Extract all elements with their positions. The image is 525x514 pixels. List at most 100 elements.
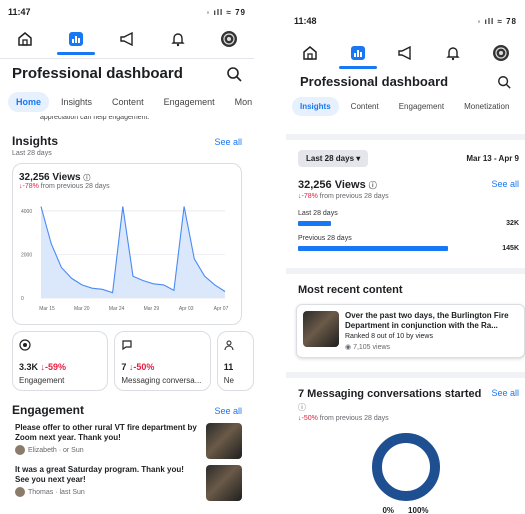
megaphone-icon[interactable] xyxy=(390,41,420,65)
x-tick-label: Mar 15 xyxy=(39,306,55,312)
post-thumbnail xyxy=(206,423,242,459)
views-change: ↓-78% from previous 28 days xyxy=(298,193,389,200)
x-tick-label: Mar 24 xyxy=(109,306,125,312)
tab-insights[interactable]: Insights xyxy=(292,97,339,116)
messaging-change: ↓-50% from previous 28 days xyxy=(298,415,389,422)
comment-author: Elizabeth · or Sun xyxy=(28,446,84,454)
views-line-chart: 4000 2000 0 Mar 15 Mar 20 Mar 24 Mar 29 Apr 03 A… xyxy=(21,206,229,312)
tab-home[interactable]: Home xyxy=(8,92,50,112)
stat-card-engagement[interactable]: 3.3K ↓-59% Engagement xyxy=(12,331,109,391)
bar-value: 145K xyxy=(502,245,519,252)
dashboard-icon[interactable] xyxy=(338,41,377,69)
x-tick-label: Mar 29 xyxy=(144,306,160,312)
stat-value: 11 xyxy=(223,362,234,372)
status-time: 11:48 xyxy=(294,16,317,26)
stat-cards: 3.3K ↓-59% Engagement 7 ↓-50% Messaging … xyxy=(12,331,254,391)
people-icon xyxy=(224,338,247,356)
search-icon[interactable] xyxy=(226,66,242,82)
views-total: 32,256 Views ⓘ xyxy=(19,172,91,183)
engagement-title: Engagement xyxy=(12,403,85,417)
info-icon: ⓘ xyxy=(83,175,91,182)
eye-icon: ◉ xyxy=(345,344,352,351)
x-tick-label: Apr 03 xyxy=(179,306,194,312)
stat-change: ↓-59% xyxy=(40,362,67,372)
post-rank: Ranked 8 out of 10 by views xyxy=(345,333,433,340)
stat-label: Engagement xyxy=(19,376,65,385)
comment-text: It was a great Saturday program. Thank y… xyxy=(15,465,184,484)
messaging-see-all[interactable]: See all xyxy=(491,388,519,400)
bell-icon[interactable] xyxy=(163,27,193,51)
message-icon xyxy=(121,338,203,356)
y-tick-label: 4000 xyxy=(21,209,32,215)
megaphone-icon[interactable] xyxy=(112,27,142,51)
post-views: 7,105 views xyxy=(353,344,391,351)
status-time: 11:47 xyxy=(8,7,31,17)
x-tick-label: Mar 20 xyxy=(74,306,90,312)
profile-avatar-icon[interactable] xyxy=(214,27,244,51)
avatar xyxy=(15,487,25,497)
right-screen: 11:48 ◦ ıll ≈ 78 Professional dashboard … xyxy=(286,0,525,514)
messaging-donut xyxy=(286,432,525,502)
stat-value: 3.3K xyxy=(19,362,39,372)
x-tick-label: Apr 07 xyxy=(214,306,229,312)
views-change: ↓-78% from previous 28 days xyxy=(19,183,110,190)
bell-icon[interactable] xyxy=(438,41,468,65)
page-title: Professional dashboard xyxy=(12,65,183,82)
info-icon: ⓘ xyxy=(368,181,377,190)
date-range-text: Mar 13 - Apr 9 xyxy=(466,154,519,163)
recent-post-card[interactable]: Over the past two days, the Burlington F… xyxy=(296,304,525,358)
tab-engagement[interactable]: Engagement xyxy=(156,92,223,112)
profile-avatar-icon[interactable] xyxy=(486,41,516,65)
stat-value: 7 xyxy=(121,362,127,372)
tab-monetization[interactable]: Monetization xyxy=(456,97,517,116)
stat-card-new-followers[interactable]: 11 Ne xyxy=(216,331,254,391)
y-tick-label: 2000 xyxy=(21,252,32,258)
comment-text: Please offer to other rural VT fire depa… xyxy=(15,423,197,442)
tab-bar: Home Insights Content Engagement Mon xyxy=(0,88,254,116)
stat-label: Ne xyxy=(223,376,234,385)
series-area xyxy=(41,206,225,298)
date-range-dropdown[interactable]: Last 28 days ▾ xyxy=(298,150,369,167)
engagement-see-all[interactable]: See all xyxy=(214,406,242,416)
post-thumbnail xyxy=(303,311,339,347)
status-bar: 11:48 ◦ ıll ≈ 78 xyxy=(286,0,525,38)
tab-content[interactable]: Content xyxy=(343,97,387,116)
left-screen: 11:47 ◦ ıll ≈ 79 Professional dashboard … xyxy=(0,0,254,514)
bar-previous-28-days xyxy=(298,246,448,251)
bar-last-28-days xyxy=(298,221,331,226)
partial-text: appreciation can help engagement. xyxy=(40,116,150,121)
top-nav xyxy=(0,24,254,55)
tab-monetization[interactable]: Mon xyxy=(227,92,254,112)
dashboard-icon[interactable] xyxy=(57,27,96,55)
tab-engagement[interactable]: Engagement xyxy=(391,97,452,116)
stat-card-messaging[interactable]: 7 ↓-50% Messaging conversa... xyxy=(114,331,211,391)
search-icon[interactable] xyxy=(497,75,511,89)
list-item[interactable]: Please offer to other rural VT fire depa… xyxy=(0,417,254,459)
tab-bar: Insights Content Engagement Monetization xyxy=(286,93,525,120)
tab-content[interactable]: Content xyxy=(104,92,152,112)
insights-title: Insights xyxy=(12,134,59,148)
views-total: 32,256 Views ⓘ xyxy=(298,179,377,191)
views-see-all[interactable]: See all xyxy=(491,179,519,191)
info-icon: ⓘ xyxy=(298,403,306,412)
status-icons: ◦ ıll ≈ 79 xyxy=(206,7,246,17)
bar-label: Previous 28 days xyxy=(298,235,352,242)
comment-author: Thomas · last Sun xyxy=(28,488,85,496)
engagement-icon xyxy=(19,338,101,356)
home-icon[interactable] xyxy=(10,27,40,51)
views-comparison: Last 28 days 32K Previous 28 days 145K xyxy=(286,202,525,252)
bar-value: 32K xyxy=(506,220,519,227)
insights-subtitle: Last 28 days xyxy=(12,150,52,157)
tab-insights[interactable]: Insights xyxy=(53,92,100,112)
donut-legend: 0% 100% xyxy=(382,506,429,514)
insights-see-all[interactable]: See all xyxy=(214,137,242,147)
post-thumbnail xyxy=(206,465,242,501)
status-bar: 11:47 ◦ ıll ≈ 79 xyxy=(0,0,254,24)
stat-change: ↓-50% xyxy=(128,362,155,372)
bar-label: Last 28 days xyxy=(298,210,338,217)
home-icon[interactable] xyxy=(295,41,325,65)
messaging-title: 7 Messaging conversations started xyxy=(298,388,482,400)
top-nav xyxy=(286,38,525,69)
list-item[interactable]: It was a great Saturday program. Thank y… xyxy=(0,459,254,501)
views-chart-card[interactable]: 32,256 Views ⓘ ↓-78% from previous 28 da… xyxy=(12,163,242,325)
